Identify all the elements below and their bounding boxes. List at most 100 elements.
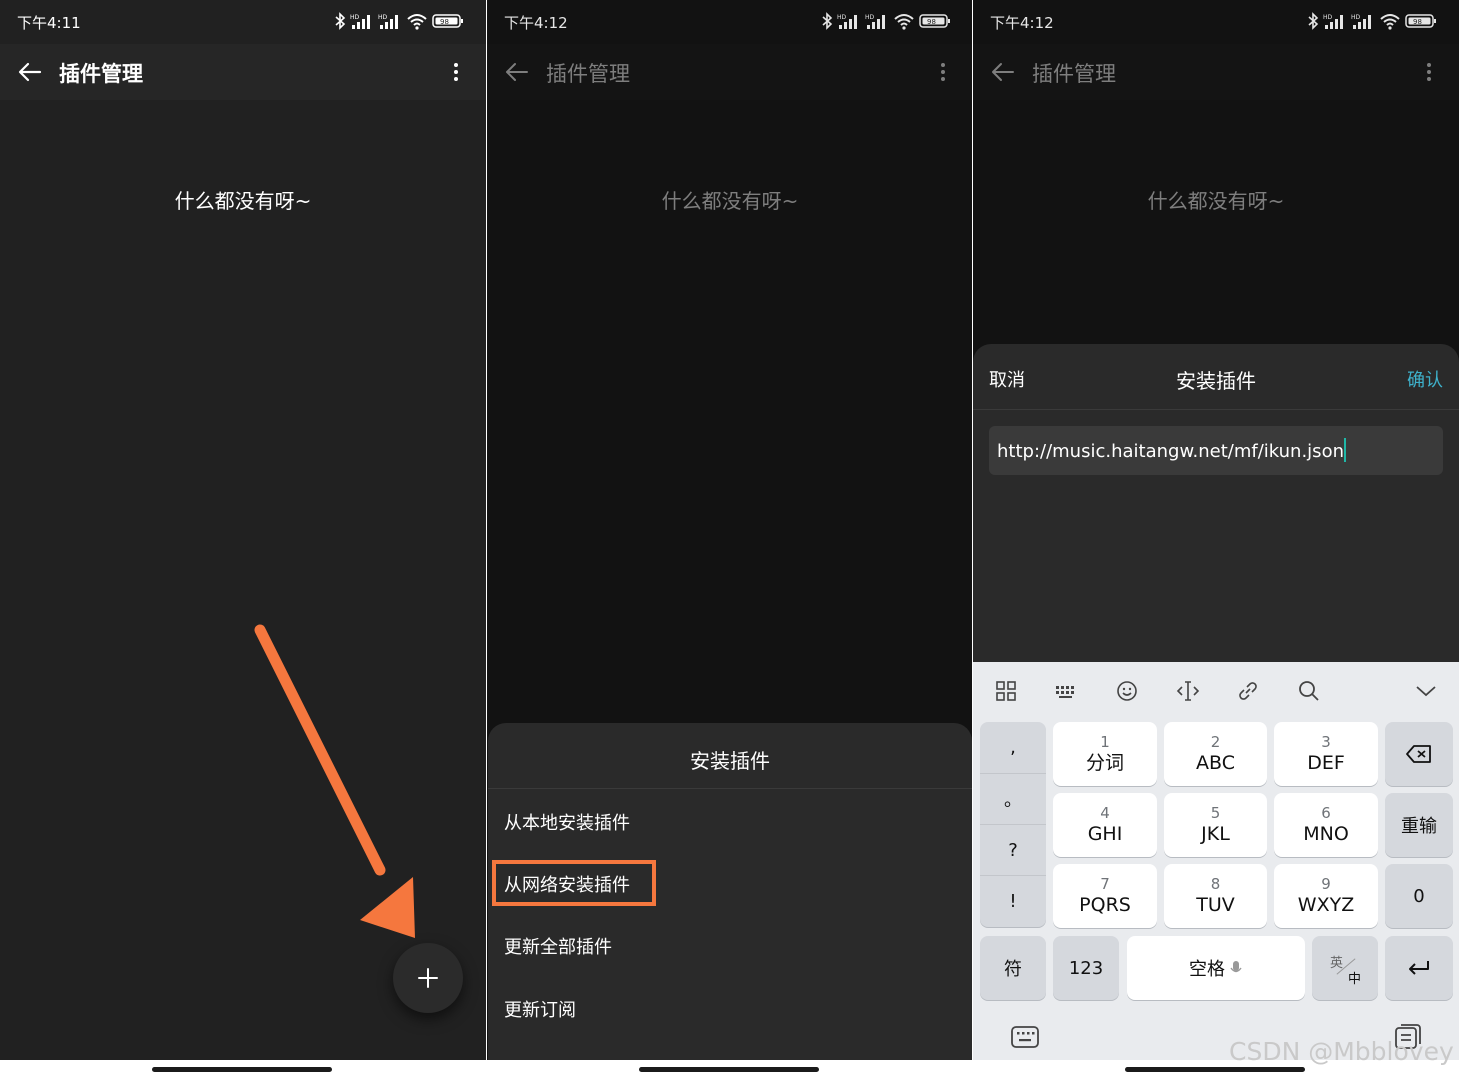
- key-4[interactable]: 4 GHI: [1053, 793, 1157, 857]
- more-vertical-icon[interactable]: [1417, 60, 1441, 84]
- key-label: 123: [1068, 957, 1104, 979]
- enter-key[interactable]: [1385, 936, 1453, 1000]
- symbol-key[interactable]: 符: [980, 936, 1046, 1000]
- battery-icon: 98: [1405, 14, 1436, 28]
- bluetooth-icon: [335, 12, 346, 30]
- key-3[interactable]: 3 DEF: [1274, 722, 1378, 786]
- confirm-button[interactable]: 确认: [1407, 366, 1443, 392]
- key-0[interactable]: 0: [1385, 864, 1453, 928]
- signal-icon: HD: [378, 14, 398, 29]
- install-local-item[interactable]: 从本地安装插件: [504, 809, 630, 835]
- wifi-icon: [407, 14, 427, 30]
- key-number: 2: [1210, 732, 1221, 751]
- keyboard: , 。 ? ! 1 分词 2 ABC 3 DEF 4 GHI 5 JKL 6 MNO 重输 …: [973, 662, 1459, 1060]
- svg-text:HD: HD: [1351, 14, 1361, 21]
- key-letters: JKL: [1201, 822, 1230, 845]
- arrow-left-icon[interactable]: [503, 58, 531, 86]
- plugin-url-input[interactable]: http://music.haitangw.net/mf/ikun.json: [989, 426, 1443, 475]
- keyboard-icon[interactable]: [1010, 1024, 1040, 1050]
- emoji-icon[interactable]: [1115, 679, 1139, 703]
- bluetooth-icon: [1308, 12, 1319, 30]
- add-plugin-button[interactable]: [393, 943, 463, 1013]
- status-icons: HD HD 98: [821, 10, 951, 32]
- key-label: 0: [1413, 885, 1425, 907]
- svg-text:HD: HD: [865, 14, 875, 21]
- key-number: 9: [1321, 874, 1331, 893]
- key-number: 5: [1210, 803, 1221, 822]
- install-network-item[interactable]: 从网络安装插件: [504, 871, 630, 897]
- app-screen: 下午4:11 HD HD 98 插件管理 什么都没有呀~: [0, 0, 486, 1060]
- install-plugin-sheet: 安装插件 从本地安装插件 从网络安装插件 更新全部插件 更新订阅: [488, 723, 972, 1060]
- home-indicator[interactable]: [1125, 1067, 1305, 1072]
- key-label: 符: [1004, 959, 1022, 980]
- key-1[interactable]: 1 分词: [1053, 722, 1157, 786]
- clipboard-link-icon[interactable]: [1236, 679, 1260, 703]
- number-mode-key[interactable]: 123: [1053, 936, 1119, 1000]
- key-letters: MNO: [1303, 822, 1349, 845]
- punct-key[interactable]: 。: [980, 773, 1046, 824]
- cancel-button[interactable]: 取消: [989, 366, 1025, 392]
- key-label: 重输: [1401, 816, 1437, 837]
- key-label: 空格: [1189, 959, 1225, 980]
- update-subscription-item[interactable]: 更新订阅: [504, 996, 576, 1022]
- key-8[interactable]: 8 TUV: [1164, 864, 1267, 928]
- key-letters: TUV: [1196, 893, 1235, 916]
- key-letters: GHI: [1087, 822, 1123, 845]
- key-5[interactable]: 5 JKL: [1164, 793, 1267, 857]
- punct-key[interactable]: !: [980, 875, 1046, 926]
- battery-icon: 98: [432, 14, 463, 28]
- status-icons: HD HD 98: [1307, 10, 1437, 32]
- screen-panel-1: 下午4:11 HD HD 98 插件管理 什么都没有呀~: [0, 0, 486, 1080]
- backspace-key[interactable]: [1385, 722, 1453, 786]
- wifi-icon: [1380, 14, 1400, 30]
- language-switch-key[interactable]: 英 中: [1312, 936, 1378, 1000]
- key-letters: WXYZ: [1297, 893, 1355, 916]
- divider: [488, 788, 972, 789]
- home-indicator[interactable]: [152, 1067, 332, 1072]
- microphone-icon: [1230, 961, 1242, 973]
- page-title: 插件管理: [1032, 62, 1116, 86]
- chevron-down-icon[interactable]: [1414, 679, 1438, 703]
- arrow-left-icon[interactable]: [989, 58, 1017, 86]
- punct-key[interactable]: ?: [980, 824, 1046, 875]
- empty-state-text: 什么都没有呀~: [174, 189, 312, 213]
- punct-key[interactable]: ,: [980, 722, 1046, 773]
- bluetooth-icon: [822, 12, 833, 30]
- key-letters: 分词: [1085, 751, 1124, 774]
- search-icon[interactable]: [1297, 679, 1321, 703]
- more-vertical-icon[interactable]: [931, 60, 955, 84]
- svg-text:HD: HD: [378, 14, 388, 21]
- app-bar: 插件管理: [487, 44, 973, 100]
- svg-text:HD: HD: [1323, 14, 1333, 21]
- svg-text:98: 98: [927, 18, 936, 26]
- key-2[interactable]: 2 ABC: [1164, 722, 1267, 786]
- page-title: 插件管理: [546, 62, 630, 86]
- sheet-title: 安装插件: [690, 749, 770, 773]
- signal-icon: HD: [350, 14, 370, 29]
- more-vertical-icon[interactable]: [444, 60, 468, 84]
- update-all-item[interactable]: 更新全部插件: [504, 933, 612, 959]
- status-time: 下午4:11: [17, 14, 81, 32]
- key-9[interactable]: 9 WXYZ: [1274, 864, 1378, 928]
- svg-text:98: 98: [440, 18, 449, 26]
- dialog-title: 安装插件: [1176, 369, 1256, 393]
- svg-text:HD: HD: [837, 14, 847, 21]
- punctuation-column: , 。 ? !: [980, 722, 1046, 927]
- home-indicator[interactable]: [639, 1067, 819, 1072]
- apps-grid-icon[interactable]: [994, 679, 1018, 703]
- arrow-left-icon[interactable]: [16, 58, 44, 86]
- keyboard-layout-icon[interactable]: [1054, 679, 1078, 703]
- text-caret: [1343, 438, 1346, 462]
- key-7[interactable]: 7 PQRS: [1053, 864, 1157, 928]
- app-screen: 下午4:12 HD HD 98 插件管理 什么都没有呀~ 安装插件 取消 确认 …: [973, 0, 1459, 1060]
- signal-icon: HD: [865, 14, 885, 29]
- key-6[interactable]: 6 MNO: [1274, 793, 1378, 857]
- svg-text:98: 98: [1413, 18, 1422, 26]
- reenter-key[interactable]: 重输: [1385, 793, 1453, 857]
- key-number: 4: [1100, 803, 1110, 822]
- space-key[interactable]: 空格: [1127, 936, 1305, 1000]
- lang-zh-label: 中: [1348, 972, 1362, 987]
- key-number: 7: [1100, 874, 1110, 893]
- cursor-move-icon[interactable]: [1176, 679, 1200, 703]
- status-icons: HD HD 98: [334, 10, 464, 32]
